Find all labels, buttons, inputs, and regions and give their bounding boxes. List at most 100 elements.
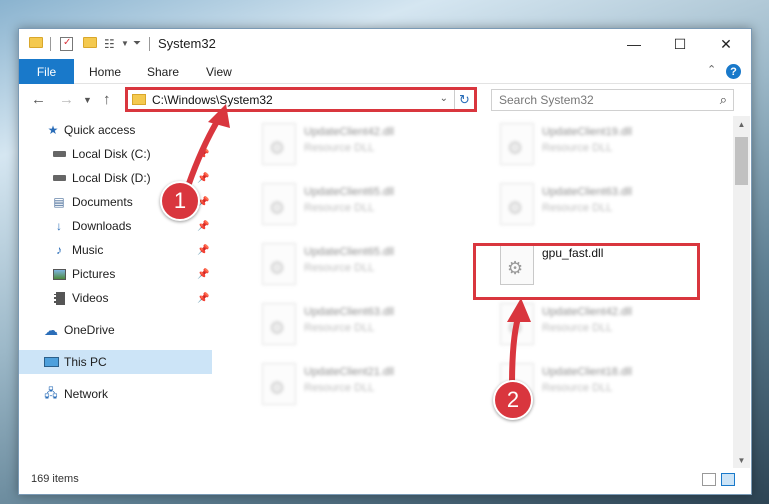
- pin-icon[interactable]: 📌: [197, 293, 209, 304]
- drive-icon: [51, 147, 67, 161]
- close-button[interactable]: ✕: [703, 29, 749, 59]
- file-name: UpdateClient63.dll: [542, 186, 632, 198]
- file-name: UpdateClient63.dll: [304, 306, 394, 318]
- file-name: UpdateClient21.dll: [304, 366, 394, 378]
- folder-icon: [132, 94, 146, 105]
- sidebar-item-this-pc[interactable]: This PC: [19, 350, 212, 374]
- scroll-down-icon[interactable]: ▼: [733, 452, 750, 468]
- sidebar-item-videos[interactable]: Videos 📌: [19, 286, 212, 310]
- address-path[interactable]: C:\Windows\System32: [152, 93, 273, 107]
- sidebar-item-label: Music: [72, 243, 104, 257]
- sidebar-item-label: This PC: [64, 355, 107, 369]
- minimize-button[interactable]: —: [611, 29, 657, 59]
- pin-icon[interactable]: 📌: [197, 221, 209, 232]
- help-icon[interactable]: ?: [726, 64, 741, 79]
- sidebar-item-label: Documents: [72, 195, 133, 209]
- tab-file[interactable]: File: [19, 59, 74, 84]
- drive-icon: [51, 171, 67, 185]
- customize-toolbar-icon[interactable]: ⏷: [133, 38, 141, 52]
- back-icon[interactable]: ←: [31, 91, 46, 108]
- file-item[interactable]: UpdateClient19.dll Resource DLL: [490, 120, 710, 168]
- pin-icon[interactable]: 📌: [197, 149, 209, 160]
- cloud-icon: ☁: [44, 321, 58, 338]
- sidebar-item-label: Videos: [72, 291, 109, 305]
- file-type: Resource DLL: [542, 202, 613, 214]
- sidebar-item-label: Local Disk (C:): [72, 147, 151, 161]
- navigation-bar: ← → ▼ ↑ C:\Windows\System32 ⌄ ↻ Search S…: [19, 84, 751, 116]
- sidebar-item-label: Local Disk (D:): [72, 171, 151, 185]
- up-icon[interactable]: ↑: [103, 91, 111, 108]
- sidebar-item-pictures[interactable]: Pictures 📌: [19, 262, 212, 286]
- new-folder-icon[interactable]: [83, 37, 97, 48]
- maximize-button[interactable]: ☐: [657, 29, 703, 59]
- file-item[interactable]: UpdateClient65.dll Resource DLL: [252, 180, 472, 228]
- file-name: UpdateClient65.dll: [304, 246, 394, 258]
- sidebar-item-label: Quick access: [64, 123, 136, 137]
- sidebar-item-local-disk-c[interactable]: Local Disk (C:) 📌: [19, 142, 212, 166]
- divider: [50, 37, 51, 51]
- file-item[interactable]: UpdateClient63.dll Resource DLL: [490, 180, 710, 228]
- collapse-ribbon-icon[interactable]: ⌃: [707, 63, 716, 76]
- file-type: Resource DLL: [542, 142, 613, 154]
- scroll-up-icon[interactable]: ▲: [733, 116, 750, 132]
- pin-icon[interactable]: 📌: [197, 245, 209, 256]
- videos-icon: [51, 291, 67, 305]
- details-view-icon[interactable]: [702, 473, 716, 486]
- divider: [149, 37, 150, 51]
- download-icon: ↓: [56, 219, 62, 233]
- search-icon[interactable]: ⌕: [720, 92, 727, 108]
- vertical-scrollbar[interactable]: ▲ ▼: [733, 116, 750, 468]
- search-input[interactable]: Search System32 ⌕: [491, 89, 734, 111]
- sidebar-item-onedrive[interactable]: ☁ OneDrive: [19, 318, 212, 342]
- file-type: Resource DLL: [304, 322, 375, 334]
- tab-home[interactable]: Home: [89, 65, 121, 79]
- properties-icon[interactable]: ✓: [60, 37, 73, 51]
- sidebar-item-music[interactable]: ♪ Music 📌: [19, 238, 212, 262]
- refresh-icon[interactable]: ↻: [454, 90, 474, 109]
- file-name: UpdateClient18.dll: [542, 366, 632, 378]
- recent-locations-icon[interactable]: ▼: [83, 95, 92, 105]
- large-icons-view-icon[interactable]: [721, 473, 735, 486]
- maximize-icon: ☐: [673, 35, 687, 52]
- close-icon: ✕: [720, 35, 732, 52]
- documents-icon: ▤: [53, 195, 65, 209]
- chevron-down-icon[interactable]: ⌄: [440, 93, 448, 104]
- file-item[interactable]: UpdateClient63.dll Resource DLL: [252, 300, 472, 348]
- file-item[interactable]: UpdateClient42.dll Resource DLL: [252, 120, 472, 168]
- callout-badge-2: 2: [493, 380, 533, 420]
- address-bar[interactable]: C:\Windows\System32 ⌄ ↻: [125, 87, 477, 112]
- search-placeholder: Search System32: [499, 93, 594, 107]
- tab-view[interactable]: View: [206, 65, 232, 79]
- dll-file-icon: [500, 123, 534, 165]
- dll-file-icon: [500, 183, 534, 225]
- pin-icon[interactable]: 📌: [197, 173, 209, 184]
- folder-icon: [29, 37, 43, 48]
- sidebar-item-label: OneDrive: [64, 323, 115, 337]
- file-type: Resource DLL: [542, 322, 613, 334]
- file-type: Resource DLL: [304, 202, 375, 214]
- file-type: Resource DLL: [304, 382, 375, 394]
- status-bar: 169 items: [19, 468, 751, 494]
- chevron-down-icon[interactable]: ▼: [121, 39, 129, 53]
- computer-icon: [43, 355, 59, 369]
- file-name: UpdateClient42.dll: [304, 126, 394, 138]
- sidebar-item-network[interactable]: 🖧 Network: [19, 382, 212, 406]
- view-options-icon[interactable]: ☷: [104, 37, 118, 51]
- file-item[interactable]: UpdateClient21.dll Resource DLL: [252, 360, 472, 408]
- dll-file-icon: [500, 303, 534, 345]
- ribbon: File Home Share View ⌃ ?: [19, 59, 751, 84]
- music-icon: ♪: [56, 243, 62, 257]
- navigation-pane: ★ Quick access Local Disk (C:) 📌 Local D…: [19, 116, 212, 468]
- file-item[interactable]: UpdateClient42.dll Resource DLL: [490, 300, 710, 348]
- callout-badge-1: 1: [160, 181, 200, 221]
- pin-icon[interactable]: 📌: [197, 269, 209, 280]
- window-title: System32: [158, 36, 216, 51]
- scrollbar-thumb[interactable]: [735, 137, 748, 185]
- file-item[interactable]: UpdateClient65.dll Resource DLL: [252, 240, 472, 288]
- file-highlight-box: [473, 243, 700, 300]
- file-type: Resource DLL: [542, 382, 613, 394]
- tab-share[interactable]: Share: [147, 65, 179, 79]
- sidebar-item-quick-access[interactable]: ★ Quick access: [19, 118, 212, 142]
- forward-icon[interactable]: →: [59, 91, 74, 108]
- pictures-icon: [51, 267, 67, 281]
